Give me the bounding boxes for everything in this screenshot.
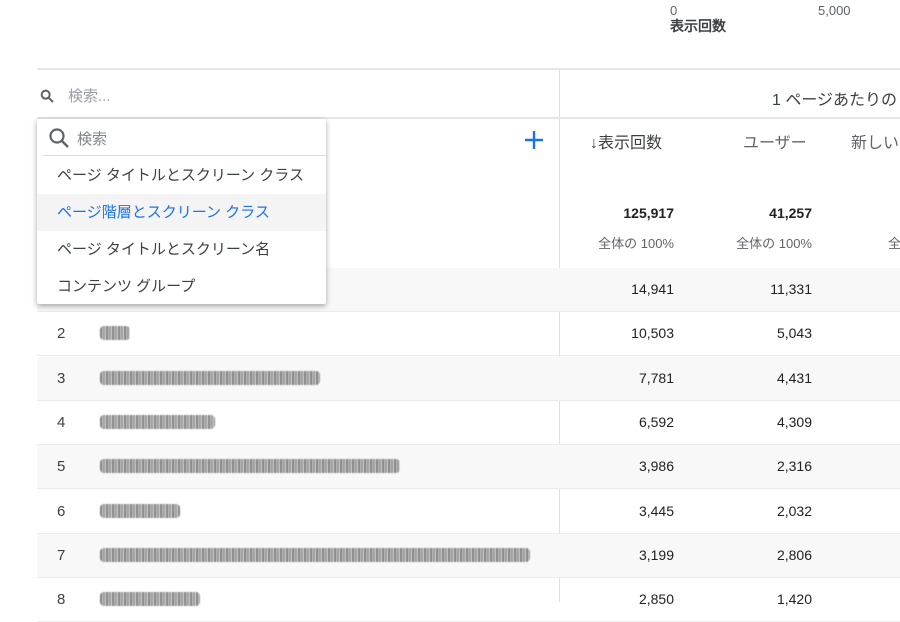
row-users: 2,316 — [776, 458, 812, 475]
redacted-page-name — [100, 370, 320, 385]
redacted-page-name — [100, 592, 200, 607]
dropdown-item-selected[interactable]: ページ階層とスクリーン クラス — [37, 194, 326, 231]
table-search[interactable]: 検索... — [37, 70, 559, 118]
row-views: 3,445 — [638, 502, 674, 519]
redacted-page-name — [100, 414, 215, 429]
row-rank: 3 — [57, 369, 66, 387]
row-rank: 5 — [57, 458, 66, 476]
table-row[interactable]: 4 6,592 4,309 — [37, 401, 900, 445]
row-rank: 7 — [57, 546, 66, 564]
search-icon — [40, 89, 54, 103]
axis-tick-5000: 5,000 — [818, 3, 851, 18]
total-users-pct: 全体の 100% — [736, 236, 812, 251]
row-users: 2,032 — [776, 502, 812, 519]
divider — [43, 155, 326, 156]
row-users: 1,420 — [776, 591, 812, 608]
total-new-pct: 全 — [888, 236, 900, 251]
redacted-page-name — [100, 503, 180, 518]
table-row[interactable]: 7 3,199 2,806 — [37, 533, 900, 578]
table-row[interactable]: 2 10,503 5,043 — [37, 312, 900, 357]
column-header-views[interactable]: ↓表示回数 — [590, 129, 662, 153]
total-users: 41,257 — [769, 205, 812, 221]
axis-label: 表示回数 — [670, 18, 726, 34]
row-users: 11,331 — [770, 281, 812, 297]
row-views: 3,986 — [638, 458, 674, 475]
dropdown-item[interactable]: ページ タイトルとスクリーン名 — [37, 231, 326, 268]
row-views: 6,592 — [638, 413, 674, 430]
search-icon — [49, 128, 69, 148]
add-dimension-button[interactable] — [523, 129, 545, 151]
search-input[interactable]: 検索... — [68, 85, 111, 106]
table-row[interactable]: 3 7,781 4,431 — [37, 356, 900, 401]
table-row[interactable]: 8 2,850 1,420 — [37, 578, 900, 622]
row-views: 14,941 — [631, 281, 674, 297]
row-views: 7,781 — [638, 369, 674, 386]
row-users: 5,043 — [776, 325, 812, 342]
total-views: 125,917 — [623, 205, 674, 221]
dimension-dropdown: 検索 ページ タイトルとスクリーン クラス ページ階層とスクリーン クラス ペー… — [37, 119, 326, 304]
rows-per-page-label: 1 ページあたりの — [772, 92, 898, 109]
row-users: 4,431 — [776, 369, 812, 386]
row-views: 10,503 — [631, 325, 674, 342]
row-rank: 4 — [57, 413, 66, 431]
dropdown-item[interactable]: ページ タイトルとスクリーン クラス — [37, 157, 326, 194]
row-rank: 8 — [57, 591, 66, 609]
total-views-pct: 全体の 100% — [598, 236, 674, 251]
table-row[interactable]: 5 3,986 2,316 — [37, 445, 900, 490]
row-users: 4,309 — [776, 413, 812, 430]
row-views: 3,199 — [638, 546, 674, 563]
row-views: 2,850 — [638, 591, 674, 608]
dropdown-search-input[interactable]: 検索 — [77, 128, 107, 149]
redacted-page-name — [100, 547, 530, 562]
row-users: 2,806 — [776, 546, 812, 563]
table-row[interactable]: 6 3,445 2,032 — [37, 490, 900, 534]
dropdown-item[interactable]: コンテンツ グループ — [37, 268, 326, 305]
row-rank: 2 — [57, 325, 66, 343]
redacted-page-name — [100, 459, 400, 474]
column-header-users[interactable]: ユーザー — [743, 129, 807, 153]
column-header-new-users[interactable]: 新しい — [851, 129, 899, 153]
row-rank: 6 — [57, 502, 66, 520]
redacted-page-name — [100, 326, 130, 341]
